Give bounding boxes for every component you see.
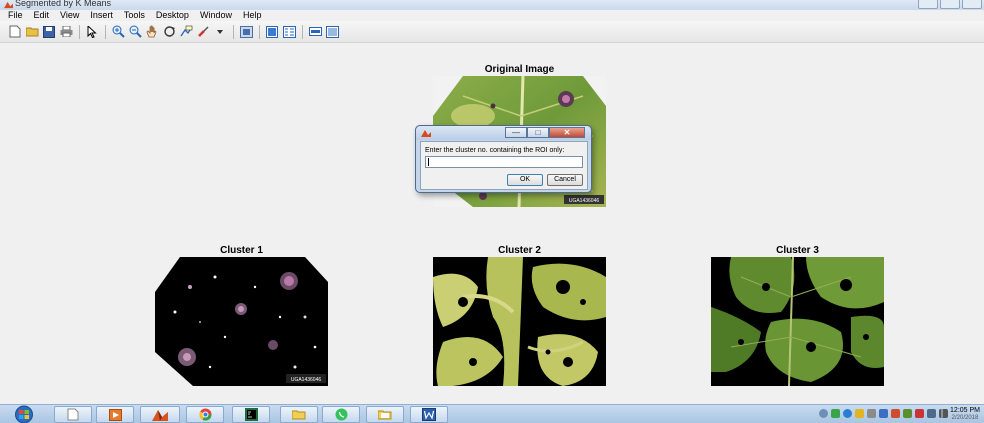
word-icon <box>422 408 436 421</box>
menu-file[interactable]: File <box>8 10 23 21</box>
cluster-3-image <box>711 257 884 386</box>
system-tray <box>819 409 948 418</box>
insert-colorbar-icon[interactable] <box>239 25 253 39</box>
menu-edit[interactable]: Edit <box>34 10 50 21</box>
hide-plot-tools-icon[interactable] <box>282 25 296 39</box>
cluster-2-title: Cluster 2 <box>498 245 541 256</box>
minimize-button[interactable] <box>918 0 938 9</box>
text-caret <box>428 158 429 166</box>
cluster-1-watermark: UGA1436046 <box>291 377 322 383</box>
tray-update-icon[interactable] <box>891 409 900 418</box>
toolbar-separator <box>105 24 106 39</box>
tray-app-icon[interactable] <box>879 409 888 418</box>
taskbar-word[interactable] <box>410 406 448 423</box>
open-file-icon[interactable] <box>25 25 39 39</box>
toolbar-separator <box>79 24 80 39</box>
edit-plot-icon[interactable] <box>85 25 99 39</box>
matlab-figure-icon <box>4 1 13 9</box>
dialog-maximize-button[interactable]: □ <box>527 127 549 138</box>
matlab-dialog-icon <box>421 130 431 137</box>
dialog-prompt: Enter the cluster no. containing the ROI… <box>425 147 565 154</box>
tray-sync-icon[interactable] <box>843 409 852 418</box>
taskbar-whatsapp[interactable] <box>322 406 360 423</box>
cluster-1-image: UGA1436046 <box>155 257 328 386</box>
toolbar-separator <box>259 24 260 39</box>
close-button[interactable] <box>962 0 982 9</box>
original-watermark: UGA1436046 <box>569 198 600 204</box>
tray-security-icon[interactable] <box>855 409 864 418</box>
taskbar-media-player[interactable] <box>96 406 134 423</box>
dialog-minimize-button[interactable]: — <box>505 127 527 138</box>
tray-show-hidden-icon[interactable] <box>819 409 828 418</box>
chrome-icon <box>198 408 211 421</box>
cluster-number-input[interactable] <box>425 156 583 168</box>
menu-tools[interactable]: Tools <box>124 10 145 21</box>
show-plot-tools-icon[interactable] <box>308 25 322 39</box>
data-cursor-icon[interactable] <box>179 25 193 39</box>
matlab-icon <box>152 409 168 421</box>
files-icon <box>378 410 392 420</box>
zoom-out-icon[interactable] <box>128 25 142 39</box>
taskbar-files[interactable] <box>366 406 404 423</box>
cluster-input-dialog: — □ ✕ Enter the cluster no. containing t… <box>415 125 592 193</box>
windows-start-icon <box>15 405 33 423</box>
ok-button[interactable]: OK <box>507 174 543 186</box>
taskbar-chrome[interactable] <box>186 406 224 423</box>
cluster-1-title: Cluster 1 <box>220 245 263 256</box>
taskbar-matlab[interactable] <box>140 406 180 423</box>
tray-device-icon[interactable] <box>867 409 876 418</box>
pan-icon[interactable] <box>145 25 159 39</box>
taskbar-clock[interactable]: 12:05 PM 2/20/2018 <box>950 407 980 422</box>
link-plot-icon[interactable] <box>213 25 227 39</box>
tray-signal-icon[interactable] <box>939 409 948 418</box>
menu-bar: File Edit View Insert Tools Desktop Wind… <box>0 10 984 21</box>
clock-time: 12:05 PM <box>950 407 980 414</box>
original-image-title: Original Image <box>484 64 555 75</box>
zoom-in-icon[interactable] <box>111 25 125 39</box>
menu-insert[interactable]: Insert <box>90 10 113 21</box>
pycharm-icon <box>244 408 258 421</box>
tray-action-center-icon[interactable] <box>915 409 924 418</box>
taskbar-folder[interactable] <box>280 406 318 423</box>
toolbar-separator <box>302 24 303 39</box>
menu-help[interactable]: Help <box>243 10 262 21</box>
insert-legend-icon[interactable] <box>265 25 279 39</box>
cancel-button[interactable]: Cancel <box>547 174 583 186</box>
brush-icon[interactable] <box>196 25 210 39</box>
figure-toolbar <box>0 21 984 43</box>
dialog-titlebar[interactable]: — □ ✕ <box>416 126 591 140</box>
menu-desktop[interactable]: Desktop <box>156 10 189 21</box>
tray-network-icon[interactable] <box>831 409 840 418</box>
tray-power-icon[interactable] <box>903 409 912 418</box>
whatsapp-icon <box>335 408 347 421</box>
media-player-icon <box>108 408 122 421</box>
menu-view[interactable]: View <box>60 10 79 21</box>
cluster-3-title: Cluster 3 <box>776 245 819 256</box>
dialog-body: Enter the cluster no. containing the ROI… <box>420 141 588 190</box>
print-figure-icon[interactable] <box>59 25 73 39</box>
taskbar-explorer[interactable] <box>54 406 92 423</box>
dialog-close-button[interactable]: ✕ <box>549 127 585 138</box>
figure-canvas[interactable]: Original Image UGA1436046 Cluster 1 UGA1… <box>0 44 984 404</box>
maximize-button[interactable] <box>940 0 960 9</box>
document-icon <box>67 408 79 421</box>
toolbar-separator <box>233 24 234 39</box>
window-titlebar[interactable]: Segmented by K Means <box>0 0 984 10</box>
dock-figure-icon[interactable] <box>325 25 339 39</box>
taskbar-pycharm[interactable] <box>232 406 270 423</box>
menu-window[interactable]: Window <box>200 10 232 21</box>
window-title: Segmented by K Means <box>15 0 112 8</box>
save-figure-icon[interactable] <box>42 25 56 39</box>
start-button[interactable] <box>8 405 40 423</box>
windows-taskbar: 12:05 PM 2/20/2018 <box>0 404 984 423</box>
clock-date: 2/20/2018 <box>951 415 979 421</box>
folder-icon <box>292 410 306 420</box>
rotate-3d-icon[interactable] <box>162 25 176 39</box>
tray-volume-icon[interactable] <box>927 409 936 418</box>
cluster-2-image <box>433 257 606 386</box>
new-figure-icon[interactable] <box>8 25 22 39</box>
